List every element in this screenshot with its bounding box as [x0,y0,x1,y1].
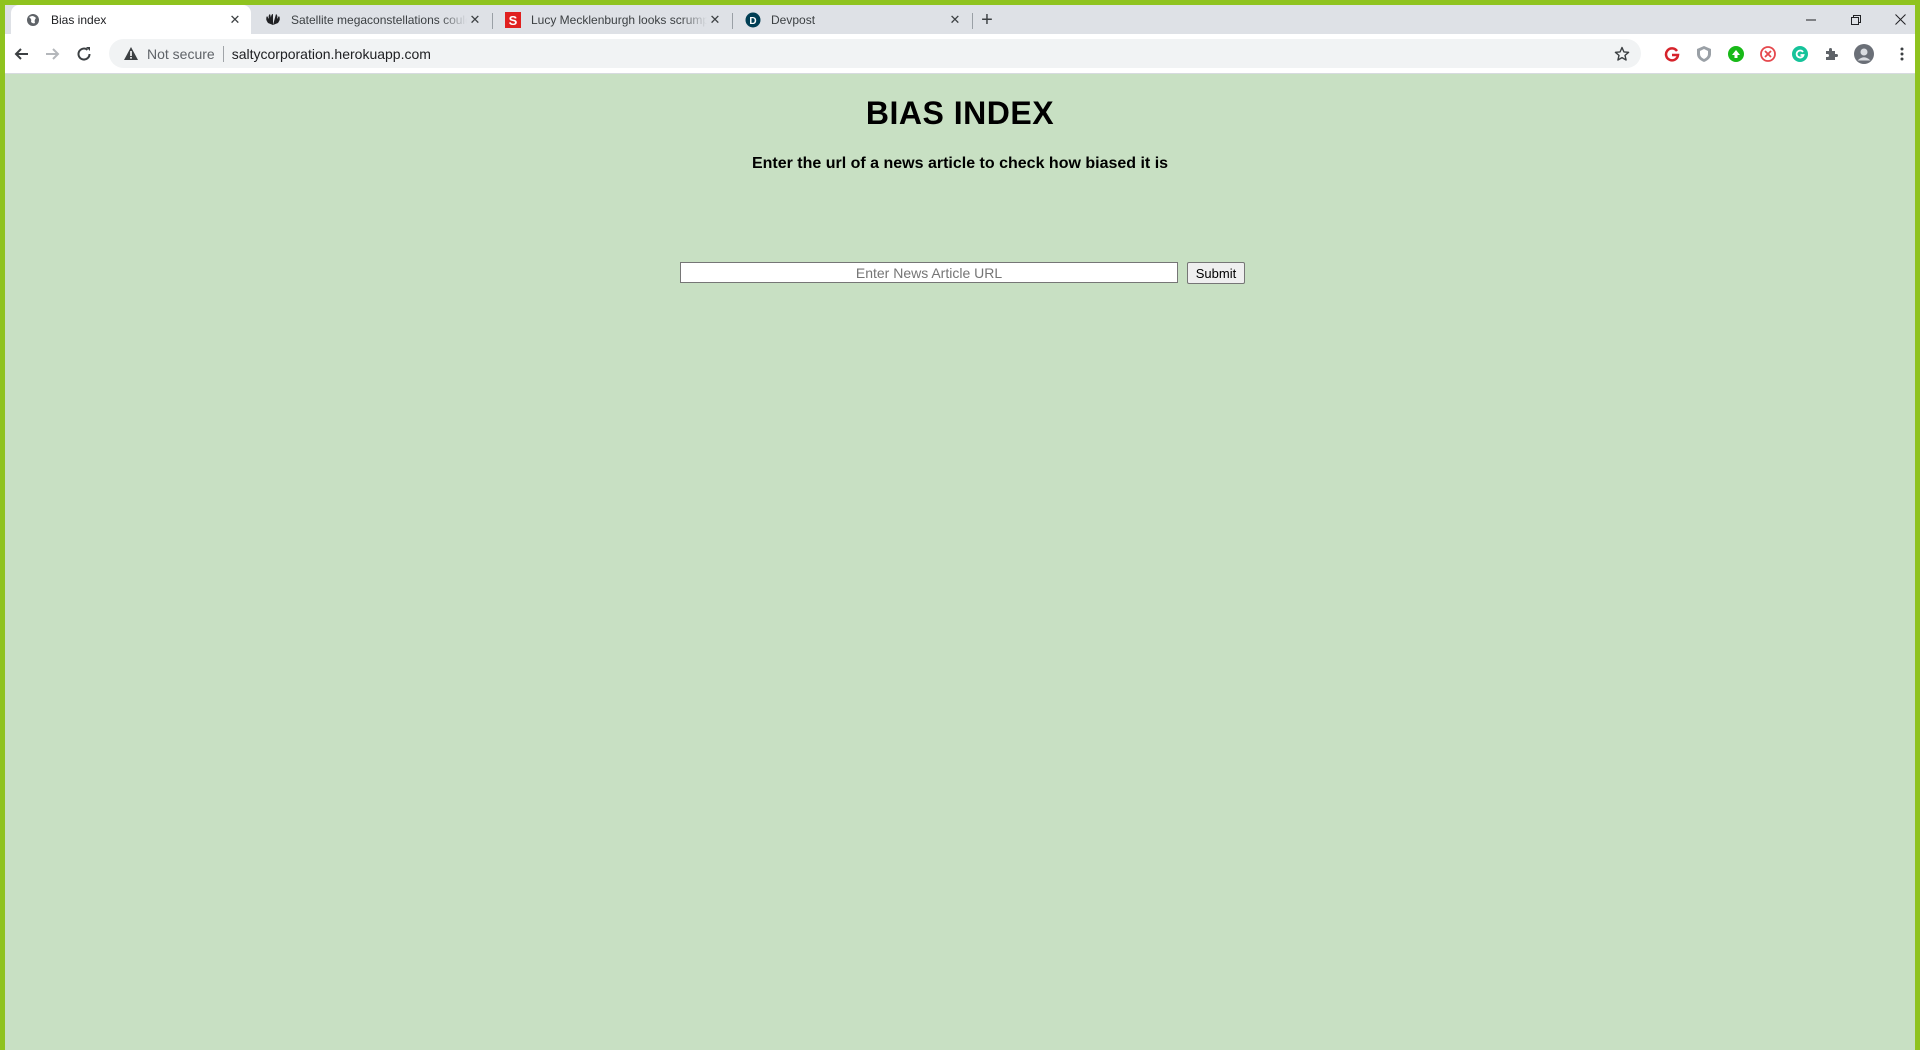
forward-button[interactable] [39,41,65,67]
tab-title: Lucy Mecklenburgh looks scrump [531,12,707,27]
tab-lucy-mecklenburgh[interactable]: S Lucy Mecklenburgh looks scrump ✕ [491,5,731,34]
close-tab-icon[interactable]: ✕ [947,12,963,28]
page-content: BIAS INDEX Enter the url of a news artic… [5,74,1915,1050]
url-text[interactable]: saltycorporation.herokuapp.com [232,46,431,62]
svg-text:S: S [509,13,518,28]
close-window-button[interactable] [1878,5,1920,34]
bookmark-star-icon[interactable] [1613,45,1631,63]
minimize-button[interactable] [1788,5,1833,34]
browser-window: Bias index ✕ Satellite megaconstellation… [5,5,1915,1050]
tab-devpost[interactable]: D Devpost ✕ [731,5,971,34]
tab-title: Devpost [771,12,816,27]
address-bar[interactable]: Not secure saltycorporation.herokuapp.co… [109,39,1641,68]
tab-separator [972,13,973,29]
tab-satellite[interactable]: Satellite megaconstellations could ✕ [251,5,491,34]
page-title: BIAS INDEX [865,95,1055,131]
close-tab-icon[interactable]: ✕ [467,12,483,28]
forward-arrow-icon [46,48,60,60]
reload-icon [77,47,91,61]
restore-button[interactable] [1833,5,1878,34]
nbc-peacock-icon [265,12,281,28]
browser-toolbar: Not secure saltycorporation.herokuapp.co… [5,34,1915,74]
extension-red-circle-icon[interactable] [1758,44,1778,64]
profile-avatar[interactable] [1854,44,1874,64]
new-tab-button[interactable]: + [975,8,999,32]
address-divider [222,45,224,62]
svg-text:D: D [749,16,756,27]
sun-s-icon: S [505,11,521,28]
extension-green-circle-icon[interactable] [1726,44,1746,64]
grammarly-icon[interactable] [1790,44,1810,64]
tab-title: Bias index [51,12,107,27]
url-form: Submit [680,262,1250,284]
tab-title: Satellite megaconstellations could [291,12,467,27]
close-tab-icon[interactable]: ✕ [227,12,243,28]
extension-shield-icon[interactable] [1694,44,1714,64]
warning-triangle-icon[interactable] [123,46,139,62]
extensions-puzzle-icon[interactable] [1822,44,1842,64]
devpost-d-icon: D [745,12,761,28]
tab-bias-index[interactable]: Bias index ✕ [11,5,251,34]
submit-button[interactable]: Submit [1187,262,1245,284]
extension-red-g-icon[interactable] [1662,44,1682,64]
close-tab-icon[interactable]: ✕ [707,12,723,28]
security-status-label[interactable]: Not secure [147,46,215,62]
browser-menu-icon[interactable] [1892,44,1912,64]
tab-strip: Bias index ✕ Satellite megaconstellation… [5,5,1915,34]
reload-button[interactable] [71,41,97,67]
news-article-url-input[interactable] [680,262,1178,283]
back-button[interactable] [9,41,35,67]
globe-icon [25,12,41,28]
back-arrow-icon [14,48,28,60]
page-subtitle: Enter the url of a news article to check… [751,155,1169,172]
